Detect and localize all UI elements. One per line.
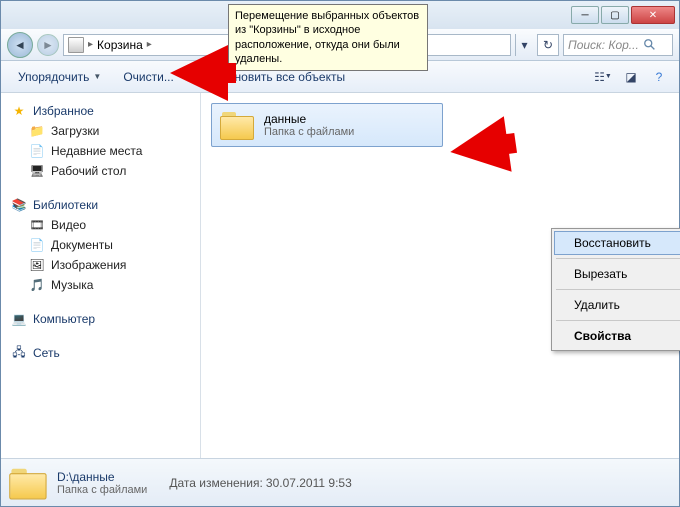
- sidebar-libraries[interactable]: 📚 Библиотеки: [1, 195, 200, 215]
- sidebar-item-downloads[interactable]: 📁Загрузки: [1, 121, 200, 141]
- close-button[interactable]: ✕: [631, 6, 675, 24]
- documents-icon: 📄: [29, 237, 45, 253]
- status-date-label: Дата изменения:: [169, 476, 263, 490]
- body: ★ Избранное 📁Загрузки 📄Недавние места 🖥Р…: [1, 93, 679, 458]
- folder-icon: 📁: [29, 123, 45, 139]
- search-placeholder: Поиск: Кор...: [568, 38, 639, 52]
- sidebar-item-recent[interactable]: 📄Недавние места: [1, 141, 200, 161]
- folder-icon: [9, 466, 49, 499]
- help-button[interactable]: ?: [647, 65, 671, 89]
- annotation-arrow: [446, 116, 511, 180]
- status-bar: D:\данные Папка с файлами Дата изменения…: [1, 458, 679, 506]
- desktop-icon: 🖥: [29, 163, 45, 179]
- maximize-button[interactable]: ▢: [601, 6, 629, 24]
- chevron-right-icon: ▸: [147, 39, 152, 50]
- annotation-arrow: [170, 45, 228, 101]
- refresh-button[interactable]: ↻: [537, 34, 559, 56]
- context-cut[interactable]: Вырезать: [554, 262, 680, 286]
- music-icon: 🎵: [29, 277, 45, 293]
- organize-button[interactable]: Упорядочить▼: [9, 65, 110, 89]
- chevron-right-icon: ▸: [88, 39, 93, 50]
- file-name: данные: [264, 112, 354, 126]
- explorer-window: ─ ▢ ✕ ◄ ► ▸ Корзина ▸ ▾ ↻ Поиск: Кор... …: [0, 0, 680, 507]
- sidebar-favorites[interactable]: ★ Избранное: [1, 101, 200, 121]
- nav-back-button[interactable]: ◄: [7, 32, 33, 58]
- context-properties[interactable]: Свойства: [554, 324, 680, 348]
- separator: [556, 320, 680, 321]
- images-icon: 🖼: [29, 257, 45, 273]
- sidebar-item-music[interactable]: 🎵Музыка: [1, 275, 200, 295]
- network-icon: 🖧: [11, 345, 27, 361]
- file-type: Папка с файлами: [264, 126, 354, 138]
- sidebar-item-documents[interactable]: 📄Документы: [1, 235, 200, 255]
- breadcrumb-location[interactable]: Корзина: [97, 38, 143, 52]
- separator: [556, 289, 680, 290]
- file-item-selected[interactable]: данные Папка с файлами: [211, 103, 443, 147]
- status-path: D:\данные: [57, 470, 147, 484]
- status-date-value: 30.07.2011 9:53: [266, 476, 352, 490]
- folder-icon: [220, 110, 256, 140]
- sidebar-network[interactable]: 🖧 Сеть: [1, 343, 200, 363]
- view-options-button[interactable]: ☷▼: [591, 65, 615, 89]
- libraries-icon: 📚: [11, 197, 27, 213]
- video-icon: 🎞: [29, 217, 45, 233]
- sidebar-item-images[interactable]: 🖼Изображения: [1, 255, 200, 275]
- content-pane[interactable]: данные Папка с файлами Восстановить Выре…: [201, 93, 679, 458]
- breadcrumb-dropdown[interactable]: ▾: [515, 34, 533, 56]
- sidebar-item-desktop[interactable]: 🖥Рабочий стол: [1, 161, 200, 181]
- tooltip: Перемещение выбранных объектов из "Корзи…: [228, 4, 428, 71]
- sidebar: ★ Избранное 📁Загрузки 📄Недавние места 🖥Р…: [1, 93, 201, 458]
- preview-pane-button[interactable]: ◪: [619, 65, 643, 89]
- context-menu: Восстановить Вырезать Удалить Свойства: [551, 228, 680, 351]
- sidebar-computer[interactable]: 💻 Компьютер: [1, 309, 200, 329]
- status-type: Папка с файлами: [57, 484, 147, 496]
- recent-icon: 📄: [29, 143, 45, 159]
- search-icon: [643, 38, 657, 52]
- star-icon: ★: [11, 103, 27, 119]
- separator: [556, 258, 680, 259]
- context-restore[interactable]: Восстановить: [554, 231, 680, 255]
- context-delete[interactable]: Удалить: [554, 293, 680, 317]
- sidebar-item-video[interactable]: 🎞Видео: [1, 215, 200, 235]
- computer-icon: 💻: [11, 311, 27, 327]
- recycle-bin-icon: [68, 37, 84, 53]
- search-input[interactable]: Поиск: Кор...: [563, 34, 673, 56]
- minimize-button[interactable]: ─: [571, 6, 599, 24]
- nav-forward-button[interactable]: ►: [37, 34, 59, 56]
